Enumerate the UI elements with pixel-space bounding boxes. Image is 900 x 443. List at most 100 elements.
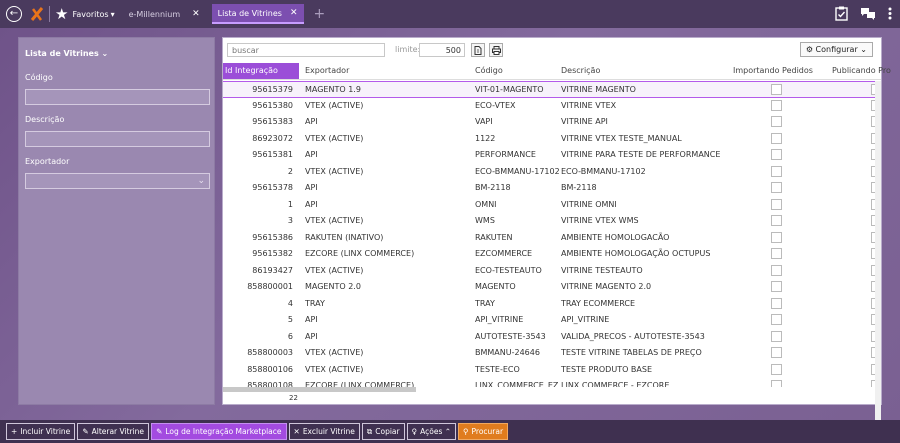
importando-checkbox[interactable] [771,84,782,95]
column-header-exportador[interactable]: Exportador [305,66,349,75]
importando-checkbox[interactable] [771,347,782,358]
table-row[interactable]: 4 TRAY TRAY TRAY ECOMMERCE [223,296,881,313]
top-bar: ← ★ Favoritos ▾ e-Millennium ✕ Lista de … [0,0,900,28]
importando-checkbox[interactable] [771,99,782,111]
table-row[interactable]: 86923072 VTEX (ACTIVE) 1122 VITRINE VTEX TE… [223,131,881,148]
importando-checkbox[interactable] [771,330,782,342]
excluir-vitrine-button[interactable]: ✕ Excluir Vitrine [288,423,360,440]
add-tab-icon[interactable]: + [314,7,326,21]
more-vertical-icon[interactable] [888,7,892,20]
cell-id: 2 [287,166,293,176]
log-integracao-button[interactable]: ✎ Log de Integração Marketplace [151,423,287,440]
configure-button[interactable]: ⚙ Configurar ⌄ [799,42,873,57]
acoes-button[interactable]: ♀ Ações ⌃ [406,423,457,440]
importando-checkbox[interactable] [771,297,782,309]
procurar-button[interactable]: ⚲ Procurar [458,423,509,440]
tab-lista-de-vitrines[interactable]: Lista de Vitrines ✕ [211,4,304,24]
cell-exportador: API [305,150,318,159]
button-label: Copiar [375,427,400,436]
favorites-label: Favoritos [72,9,109,19]
export-file-button[interactable] [471,43,485,57]
topbar-actions [835,6,892,21]
chevron-down-icon: ▾ [110,9,115,19]
table-header: Id Integração Exportador Código Descriçã… [223,63,891,80]
importando-checkbox[interactable] [771,116,782,127]
limit-input[interactable] [419,43,465,57]
table-row[interactable]: 95615383 API VAPI VITRINE API [223,114,881,131]
print-button[interactable] [489,43,503,57]
cell-codigo: API_VITRINE [475,315,524,324]
cell-id: 95615379 [252,85,293,94]
back-icon[interactable]: ← [6,6,22,22]
column-header-descricao[interactable]: Descrição [561,66,600,75]
copiar-button[interactable]: ⧉ Copiar [361,423,405,440]
horizontal-scrollbar[interactable] [223,387,416,392]
cell-id: 858800001 [247,282,293,291]
table-row[interactable]: 2 VTEX (ACTIVE) ECO-BMMANU-17102 ECO-BMMANU… [223,164,881,181]
table-row[interactable]: 858800108 EZCORE (LINX COMMERCE) LINX_COMM… [223,378,881,387]
importando-checkbox[interactable] [771,215,782,226]
importando-checkbox[interactable] [771,198,782,210]
table-row[interactable]: 95615386 RAKUTEN (INATIVO) RAKUTEN AMBIENTE… [223,230,881,247]
search-icon: ⚲ [463,427,469,436]
table-row[interactable]: 3 VTEX (ACTIVE) WMS VITRINE VTEX WMS [223,213,881,230]
table-row[interactable]: 858800001 MAGENTO 2.0 MAGENTO VITRINE MAGEN… [223,279,881,296]
importando-checkbox[interactable] [771,231,782,243]
importando-checkbox[interactable] [771,264,782,276]
cell-exportador: VTEX (ACTIVE) [305,133,364,143]
table-row[interactable]: 858800106 VTEX (ACTIVE) TESTE-ECO TESTE PRO… [223,362,881,379]
tab-label: e-Millennium [128,9,181,19]
table-row[interactable]: 95615380 VTEX (ACTIVE) ECO-VTEX VITRINE VTE… [223,98,881,115]
close-icon[interactable]: ✕ [192,9,200,19]
importando-checkbox[interactable] [771,248,782,259]
cell-descricao: TESTE VITRINE TABELAS DE PREÇO [561,348,702,357]
importando-checkbox[interactable] [771,132,782,144]
importando-checkbox[interactable] [771,149,782,160]
alterar-vitrine-button[interactable]: ✎ Alterar Vitrine [77,423,150,440]
table-body: 95615379 MAGENTO 1.9 VIT-01-MAGENTO VITRINE… [223,81,881,387]
table-row[interactable]: 5 API API_VITRINE API_VITRINE [223,312,881,329]
importando-checkbox[interactable] [771,165,782,177]
table-row[interactable]: 1 API OMNI VITRINE OMNI [223,197,881,214]
table-row[interactable]: 86193427 VTEX (ACTIVE) ECO-TESTEAUTO VITRIN… [223,263,881,280]
table-row[interactable]: 6 API AUTOTESTE-3543 VALIDA_PRECOS - AUTOTE… [223,329,881,346]
cell-descricao: AMBIENTE HOMOLOGAÇÃO OCTUPUS [561,249,711,258]
filter-panel-title[interactable]: Lista de Vitrines ⌄ [25,49,208,58]
cell-codigo: WMS [475,216,495,225]
column-header-publicando[interactable]: Publicando Pro [832,66,891,75]
edit-icon: ✎ [82,427,89,436]
logo-icon [30,7,44,21]
search-input[interactable] [227,43,385,57]
tab-emillennium[interactable]: e-Millennium ✕ [129,9,200,19]
cell-descricao: VALIDA_PRECOS - AUTOTESTE-3543 [561,331,705,341]
descricao-input[interactable] [25,131,210,147]
table-row[interactable]: 95615378 API BM-2118 BM-2118 [223,180,881,197]
vertical-scrollbar[interactable] [875,81,881,421]
table-row[interactable]: 95615382 EZCORE (LINX COMMERCE) EZCOMMERCE… [223,246,881,263]
table-row[interactable]: 95615381 API PERFORMANCE VITRINE PARA TESTE… [223,147,881,164]
importando-checkbox[interactable] [771,281,782,292]
cell-codigo: ECO-TESTEAUTO [475,265,542,275]
importando-checkbox[interactable] [771,314,782,325]
table-row[interactable]: 95615379 MAGENTO 1.9 VIT-01-MAGENTO VITRINE… [223,81,881,98]
codigo-input[interactable] [25,89,210,105]
cell-codigo: 1122 [475,133,496,143]
cell-descricao: VITRINE VTEX TESTE_MANUAL [561,133,682,143]
column-header-importando[interactable]: Importando Pedidos [733,66,813,75]
importando-checkbox[interactable] [771,380,782,387]
importando-checkbox[interactable] [771,363,782,375]
cell-codigo: ECO-BMMANU-17102 [475,166,560,176]
cell-descricao: ECO-BMMANU-17102 [561,166,646,176]
incluir-vitrine-button[interactable]: + Incluir Vitrine [6,423,76,440]
table-row[interactable]: 858800003 VTEX (ACTIVE) BMMANU-24646 TESTE … [223,345,881,362]
favorites-menu[interactable]: ★ Favoritos ▾ [55,6,115,22]
close-icon[interactable]: ✕ [290,8,298,18]
importando-checkbox[interactable] [771,182,782,193]
exportador-select[interactable]: ⌄ [25,173,210,189]
column-header-id[interactable]: Id Integração [223,63,299,79]
column-header-codigo[interactable]: Código [475,66,503,75]
cell-codigo: BMMANU-24646 [475,348,540,357]
clipboard-check-icon[interactable] [835,6,848,21]
cell-exportador: MAGENTO 1.9 [305,85,361,94]
chat-icon[interactable] [860,7,876,20]
